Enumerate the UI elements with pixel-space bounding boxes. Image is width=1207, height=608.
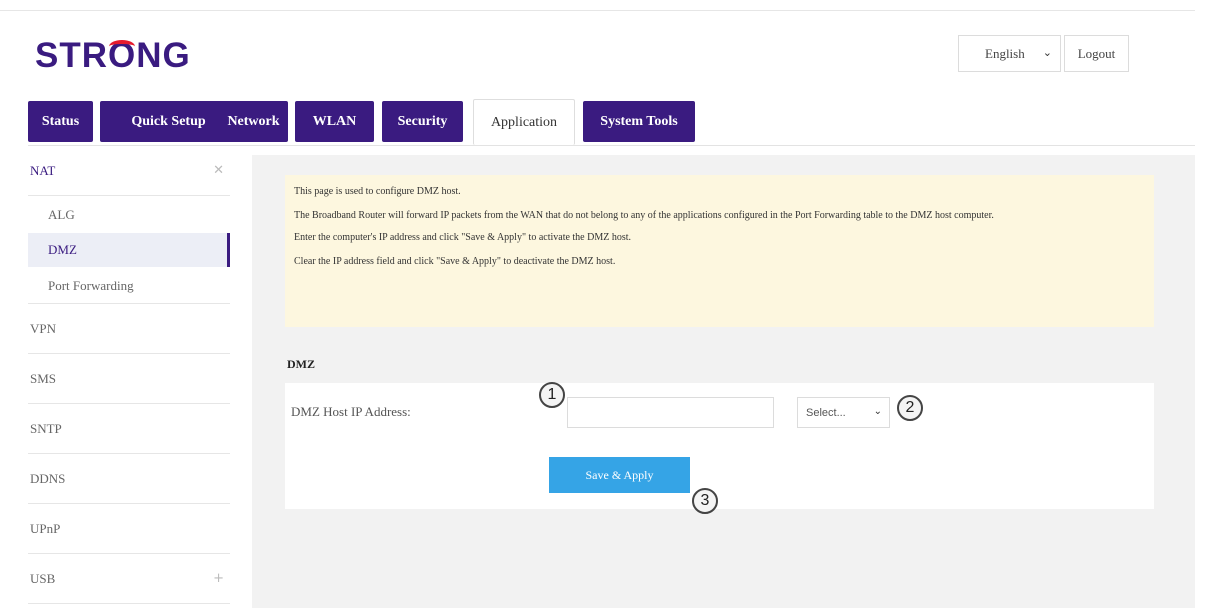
tab-application[interactable]: Application xyxy=(473,99,575,145)
tab-status[interactable]: Status xyxy=(28,101,93,142)
plus-icon[interactable]: + xyxy=(213,571,224,586)
select-value: Select... xyxy=(806,406,846,419)
info-line: The Broadband Router will forward IP pac… xyxy=(294,210,994,221)
sidebar-item-port-forwarding[interactable]: Port Forwarding xyxy=(28,268,230,304)
close-icon[interactable]: ✕ xyxy=(213,163,224,178)
language-select[interactable]: English ⌄ xyxy=(958,35,1061,72)
sidebar: NAT ✕ ALG DMZ Port Forwarding VPN SMS SN… xyxy=(28,146,230,608)
dmz-section-title: DMZ xyxy=(287,357,315,371)
chevron-down-icon: ⌄ xyxy=(873,406,882,417)
sidebar-item-upnp[interactable]: UPnP xyxy=(28,504,230,554)
language-value: English xyxy=(985,45,1025,61)
sidebar-item-vpn[interactable]: VPN xyxy=(28,304,230,354)
sidebar-item-label: NAT xyxy=(30,162,56,178)
sidebar-item-sntp[interactable]: SNTP xyxy=(28,404,230,454)
info-line: Enter the computer's IP address and clic… xyxy=(294,232,632,243)
logout-button[interactable]: Logout xyxy=(1064,35,1129,72)
sidebar-item-alg[interactable]: ALG xyxy=(28,198,230,232)
dmz-host-ip-label: DMZ Host IP Address: xyxy=(291,404,411,419)
tab-network[interactable]: Network xyxy=(219,101,288,142)
sidebar-item-usb[interactable]: USB + xyxy=(28,554,230,604)
top-border xyxy=(0,10,1195,11)
save-apply-button[interactable]: Save & Apply xyxy=(549,457,690,493)
info-line: This page is used to configure DMZ host. xyxy=(294,186,461,197)
sidebar-item-label: USB xyxy=(30,570,56,586)
tab-system-tools[interactable]: System Tools xyxy=(583,101,695,142)
sidebar-item-sms[interactable]: SMS xyxy=(28,354,230,404)
dmz-host-select[interactable]: Select... ⌄ xyxy=(797,397,890,428)
dmz-host-ip-input[interactable] xyxy=(567,397,774,428)
tab-wlan[interactable]: WLAN xyxy=(295,101,374,142)
callout-marker-3: 3 xyxy=(692,488,718,514)
info-box: This page is used to configure DMZ host.… xyxy=(285,175,1154,327)
callout-marker-1: 1 xyxy=(539,382,565,408)
sidebar-item-nat[interactable]: NAT ✕ xyxy=(28,146,230,196)
info-line: Clear the IP address field and click "Sa… xyxy=(294,256,616,267)
sidebar-item-ddns[interactable]: DDNS xyxy=(28,454,230,504)
callout-marker-2: 2 xyxy=(897,395,923,421)
strong-logo: STRONG xyxy=(35,36,191,75)
tab-security[interactable]: Security xyxy=(382,101,463,142)
tab-quick-setup[interactable]: Quick Setup xyxy=(100,101,237,142)
sidebar-item-dmz[interactable]: DMZ xyxy=(28,233,230,267)
chevron-down-icon: ⌄ xyxy=(1042,46,1052,59)
